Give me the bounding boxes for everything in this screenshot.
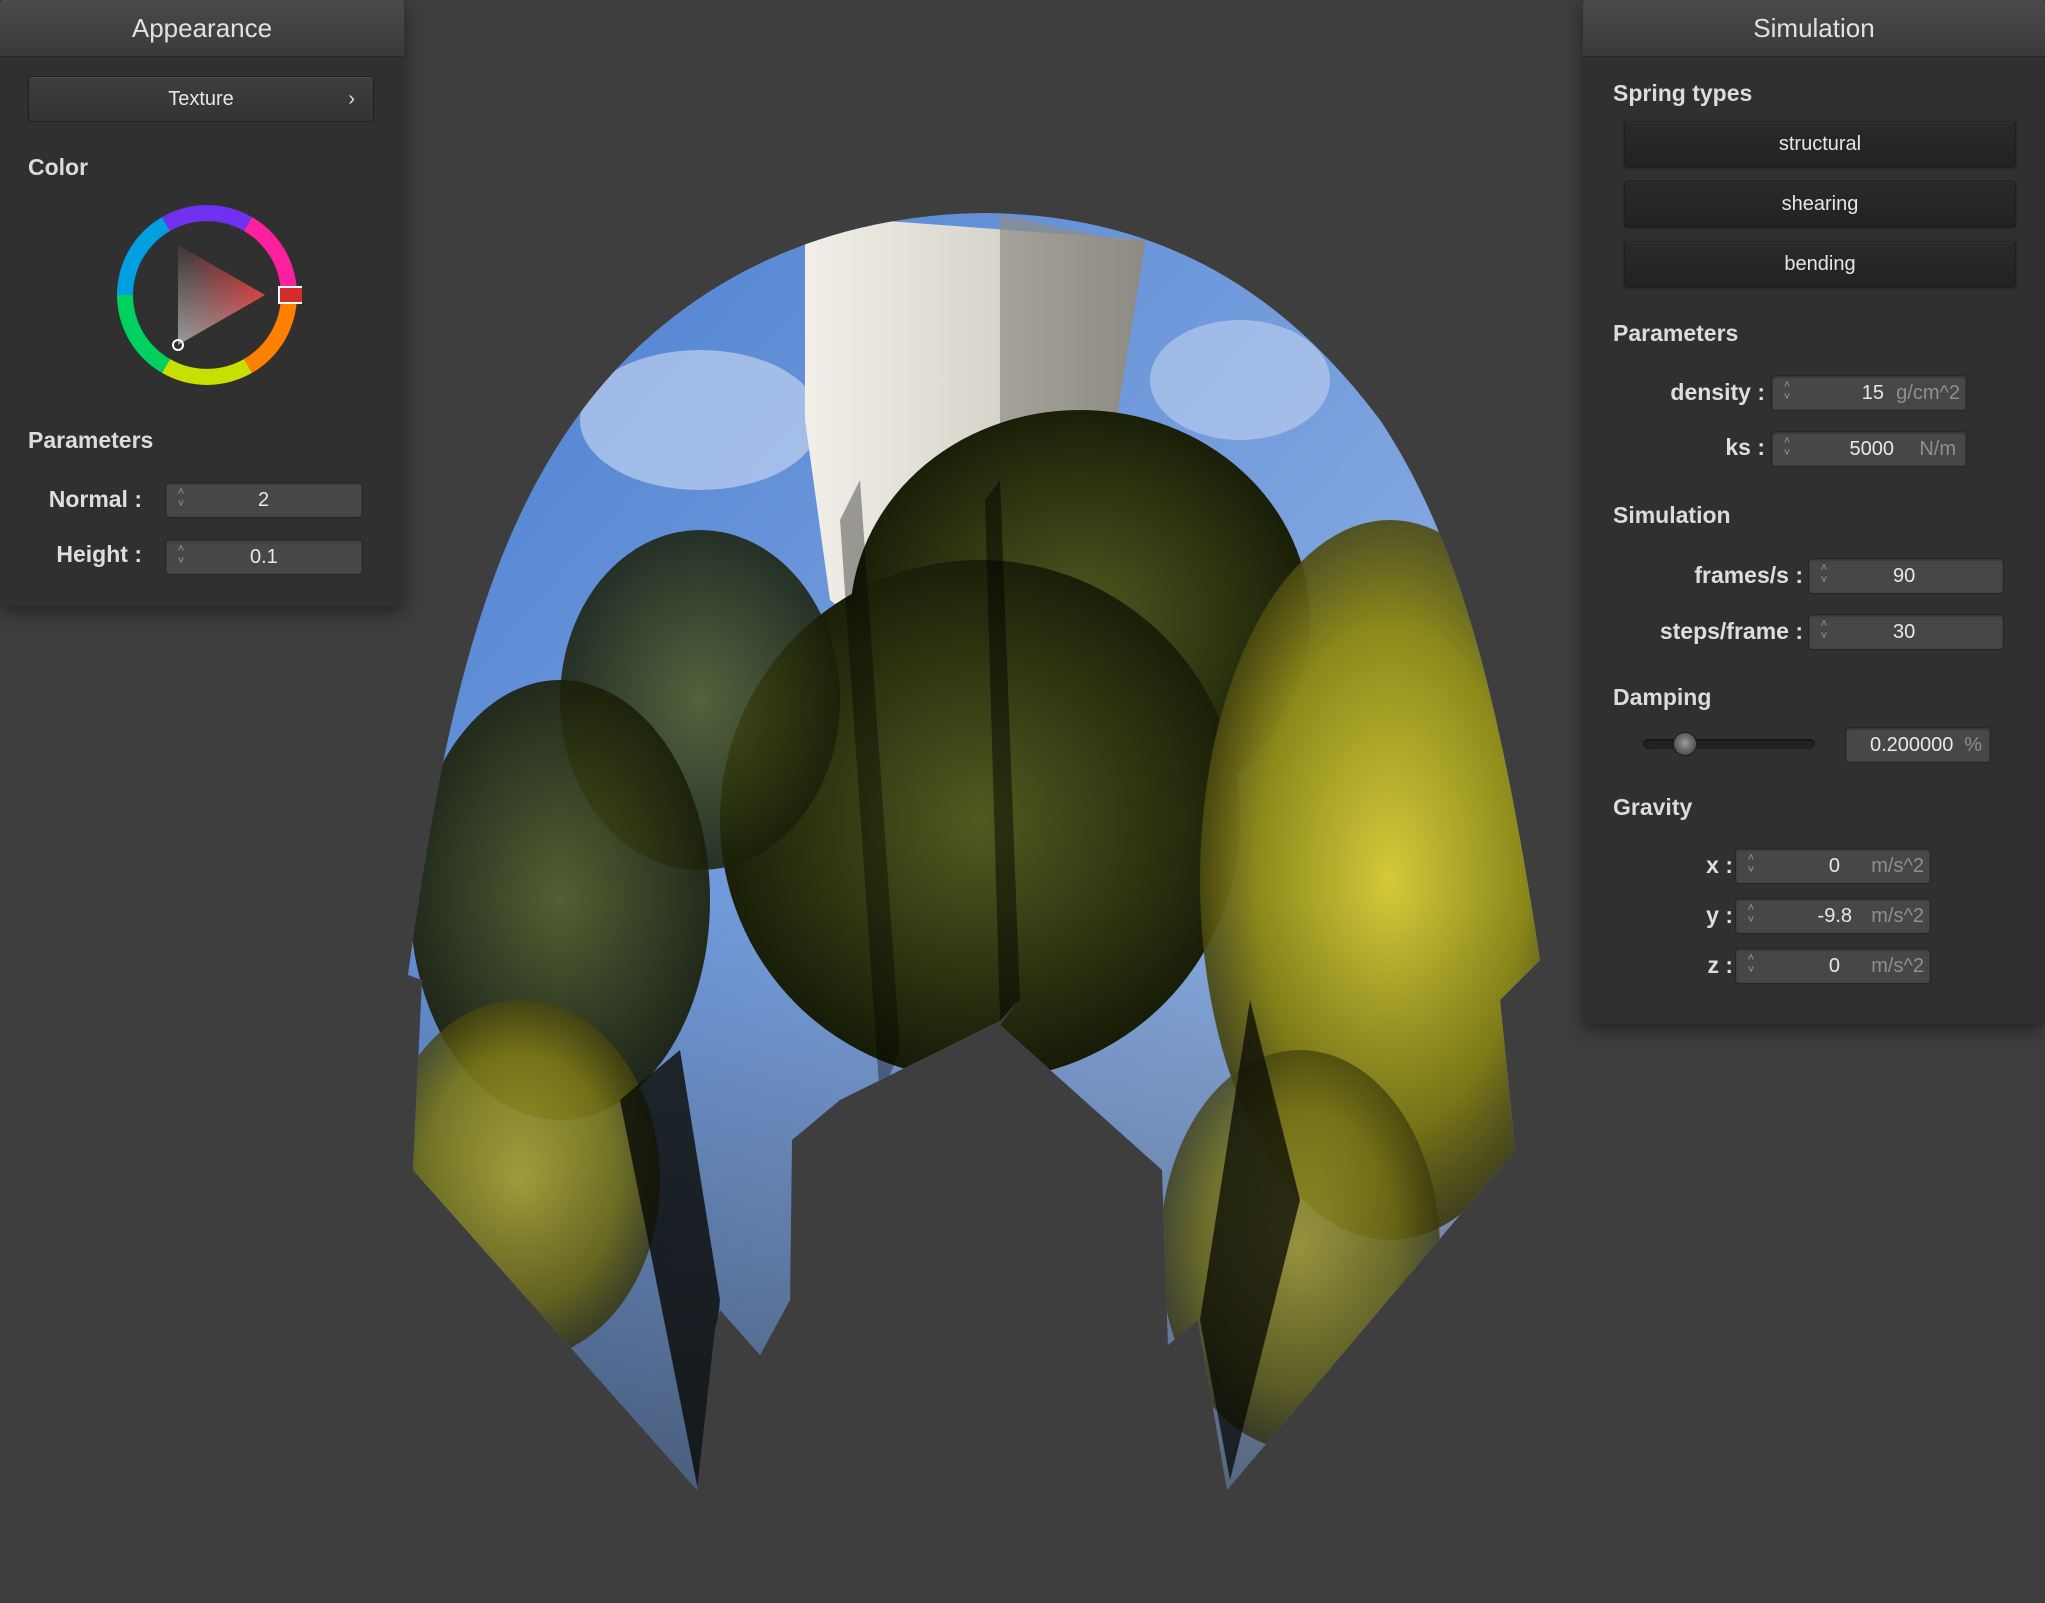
ks-label: ks : [1725,434,1765,460]
density-label: density : [1670,379,1765,405]
normal-input[interactable]: ˄ ˅ 2 [165,482,363,518]
up-down-arrows-icon[interactable]: ˄ ˅ [1744,952,1758,980]
appearance-panel-title[interactable]: Appearance [0,0,404,57]
ks-value: 5000 [1849,438,1895,460]
spring-types-label: Spring types [1613,80,1753,106]
density-value: 15 [1861,382,1884,404]
gravity-x-input[interactable]: ˄ ˅ 0 m/s^2 [1735,848,1931,884]
normal-label: Normal : [48,486,142,512]
damping-label: Damping [1613,684,1712,710]
gravity-z-label: z : [1707,952,1733,978]
normal-value: 2 [258,489,270,511]
gravity-label: Gravity [1613,794,1693,820]
bending-button[interactable]: bending [1624,241,2016,287]
damping-input[interactable]: 0.200000 % [1845,727,1991,763]
density-input[interactable]: ˄ ˅ 15 g/cm^2 [1771,375,1967,411]
simulation-panel: Simulation Spring types structural shear… [1583,0,2045,1024]
damping-slider-knob[interactable] [1673,732,1697,756]
up-down-arrows-icon[interactable]: ˄ ˅ [174,543,188,571]
frames-label: frames/s : [1694,562,1803,588]
up-down-arrows-icon[interactable]: ˄ ˅ [1744,852,1758,880]
gravity-y-label: y : [1706,902,1733,928]
height-value: 0.1 [250,546,278,568]
frames-value: 90 [1893,565,1916,587]
up-down-arrows-icon[interactable]: ˄ ˅ [1780,379,1794,407]
up-down-arrows-icon[interactable]: ˄ ˅ [1817,562,1831,590]
gravity-z-unit: m/s^2 [1871,955,1924,977]
gravity-y-value: -9.8 [1817,905,1852,927]
gravity-z-input[interactable]: ˄ ˅ 0 m/s^2 [1735,948,1931,984]
color-wheel[interactable] [112,200,302,390]
structural-button[interactable]: structural [1624,121,2016,167]
texture-button[interactable]: Texture › [28,76,374,122]
up-down-arrows-icon[interactable]: ˄ ˅ [1817,618,1831,646]
steps-input[interactable]: ˄ ˅ 30 [1808,614,2004,650]
simulation-parameters-label: Parameters [1613,320,1739,346]
damping-slider[interactable] [1643,732,1815,756]
texture-button-label: Texture [168,88,234,110]
simulation-section-label: Simulation [1613,502,1731,528]
appearance-panel: Appearance Texture › Color Parameters No… [0,0,404,606]
gravity-z-value: 0 [1828,955,1840,977]
up-down-arrows-icon[interactable]: ˄ ˅ [1780,435,1794,463]
gravity-x-value: 0 [1828,855,1840,877]
structural-button-label: structural [1778,133,1862,155]
gravity-y-input[interactable]: ˄ ˅ -9.8 m/s^2 [1735,898,1931,934]
frames-input[interactable]: ˄ ˅ 90 [1808,558,2004,594]
up-down-arrows-icon[interactable]: ˄ ˅ [1744,902,1758,930]
shearing-button[interactable]: shearing [1624,181,2016,227]
color-label: Color [28,154,89,180]
gravity-y-unit: m/s^2 [1871,905,1924,927]
gravity-x-unit: m/s^2 [1871,855,1924,877]
bending-button-label: bending [1784,253,1856,275]
steps-value: 30 [1893,621,1916,643]
gravity-x-label: x : [1706,852,1733,878]
appearance-parameters-label: Parameters [28,427,154,453]
damping-value: 0.200000 [1870,734,1954,756]
height-label: Height : [56,541,142,567]
shearing-button-label: shearing [1781,193,1859,215]
density-unit: g/cm^2 [1896,382,1960,404]
steps-label: steps/frame : [1659,618,1803,644]
simulation-panel-title[interactable]: Simulation [1583,0,2045,57]
chevron-right-icon: › [348,88,355,110]
damping-unit: % [1964,734,1982,756]
height-input[interactable]: ˄ ˅ 0.1 [165,539,363,575]
ks-unit: N/m [1919,438,1956,460]
up-down-arrows-icon[interactable]: ˄ ˅ [174,486,188,514]
ks-input[interactable]: ˄ ˅ 5000 N/m [1771,431,1967,467]
